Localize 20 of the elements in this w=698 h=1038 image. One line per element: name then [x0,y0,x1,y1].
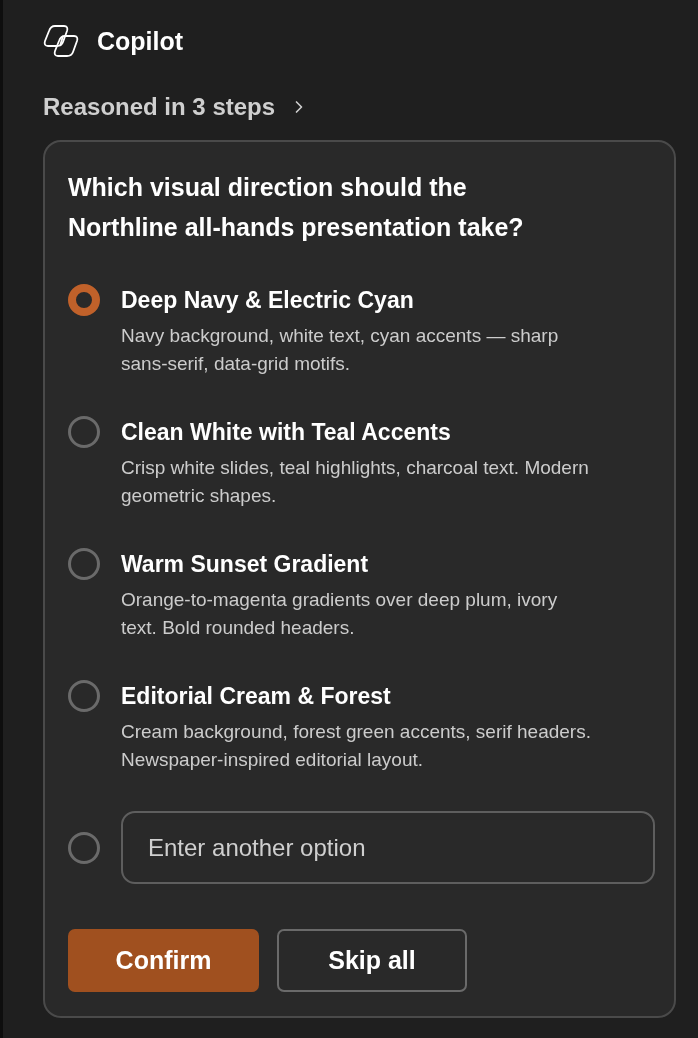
radio-button[interactable] [68,416,100,448]
option-title[interactable]: Clean White with Teal Accents [121,416,595,448]
app-title: Copilot [97,26,184,57]
radio-button[interactable] [68,548,100,580]
option-description: Cream background, forest green accents, serif headers. Newspaper-inspired editorial layout. [121,720,592,772]
radio-button[interactable] [68,284,100,316]
option-description: Navy background, white text, cyan accents — sharp sans-serif, data-grid motifs. [121,324,560,376]
option-title[interactable]: Warm Sunset Gradient [121,548,595,580]
option-description: Orange-to-magenta gradients over deep plum, ivory text. Bold rounded headers. [121,588,559,640]
option-title[interactable]: Deep Navy & Electric Cyan [121,284,595,316]
skip-button[interactable]: Skip all [277,929,467,992]
option-description: Crisp white slides, teal highlights, charcoal text. Modern geometric shapes. [121,456,590,508]
copilot-logo-icon [43,24,79,58]
radio-button[interactable] [68,831,100,864]
confirm-button[interactable]: Confirm [68,929,259,992]
reasoning-toggle[interactable]: Reasoned in 3 steps [43,91,310,123]
question-text: Which visual direction should the Northline all-hands presentation take? [68,172,525,243]
radio-button[interactable] [68,680,100,712]
other-option-field[interactable]: Enter another option [121,811,655,884]
option-title[interactable]: Editorial Cream & Forest [121,680,595,712]
